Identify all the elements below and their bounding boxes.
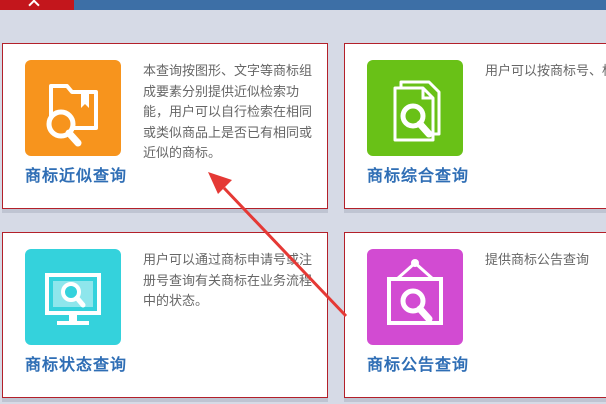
chevron-up-icon (28, 0, 40, 11)
frame-search-icon (387, 259, 443, 325)
card-title[interactable]: 商标综合查询 (353, 162, 483, 186)
card-title[interactable]: 商标状态查询 (11, 351, 141, 375)
card-title[interactable]: 商标近似查询 (11, 162, 141, 186)
card-trademark-similar-search[interactable]: 商标近似查询 本查询按图形、文字等商标组成要素分别提供近似检索功能，用户可以自行… (2, 43, 328, 209)
card-trademark-comprehensive-search[interactable]: 商标综合查询 用户可以按商标号、标、申请人名称等查询某一商标的有息。 (344, 43, 606, 209)
tile-announcement-search[interactable] (367, 249, 463, 345)
tile-status-search[interactable] (25, 249, 121, 345)
card-title[interactable]: 商标公告查询 (353, 351, 483, 375)
card-description: 提供商标公告查询 (485, 253, 590, 268)
monitor-search-icon (45, 273, 101, 325)
documents-search-icon (393, 80, 441, 142)
card-trademark-status-search[interactable]: 商标状态查询 用户可以通过商标申请号或注册号查询有关商标在业务流程中的状态。 (2, 232, 328, 398)
tile-similar-search[interactable] (25, 60, 121, 156)
top-bar (0, 0, 606, 11)
card-description: 本查询按图形、文字等商标组成要素分别提供近似检索功能，用户可以自行检索在相同或类… (143, 64, 313, 161)
home-tab[interactable] (0, 0, 74, 11)
tile-comprehensive-search[interactable] (367, 60, 463, 156)
folder-search-icon (46, 84, 98, 147)
card-description: 用户可以按商标号、标、申请人名称等查询某一商标的有息。 (485, 64, 606, 79)
card-trademark-announcement-search[interactable]: 商标公告查询 提供商标公告查询 (344, 232, 606, 398)
card-description: 用户可以通过商标申请号或注册号查询有关商标在业务流程中的状态。 (143, 253, 313, 309)
